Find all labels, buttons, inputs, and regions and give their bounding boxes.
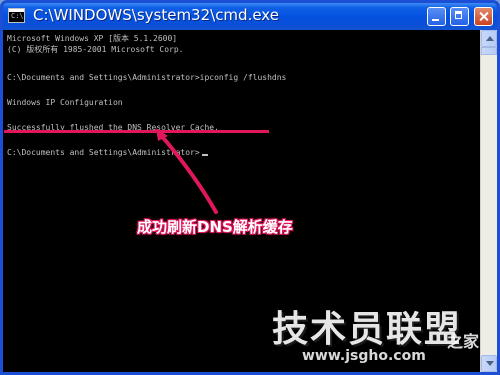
cmd-icon[interactable]: C:\ [8, 8, 25, 23]
watermark: 技术员联盟 之家 www.jsgho.com [272, 300, 492, 370]
annotation-label: 成功刷新DNS解析缓存 [137, 218, 293, 236]
title-bar[interactable]: C:\ C:\WINDOWS\system32\cmd.exe [3, 3, 497, 30]
cmd-icon-label: C:\ [11, 12, 24, 20]
console-prompt-line: C:\Documents and Settings\Administrator> [7, 148, 208, 158]
console-prompt: C:\Documents and Settings\Administrator> [7, 148, 200, 157]
watermark-url: www.jsgho.com [302, 348, 426, 364]
watermark-main: 技术员联盟 [272, 309, 463, 350]
console-line: (C) 版权所有 1985-2001 Microsoft Corp. [7, 45, 184, 54]
console-line: Windows IP Configuration [7, 98, 123, 107]
window-title: C:\WINDOWS\system32\cmd.exe [33, 6, 279, 24]
minimize-button[interactable] [427, 7, 446, 26]
scroll-thumb[interactable] [481, 47, 497, 55]
scroll-up-button[interactable] [481, 30, 497, 47]
close-button[interactable] [474, 7, 493, 26]
highlight-underline [4, 130, 269, 133]
console-line: C:\Documents and Settings\Administrator>… [7, 73, 287, 82]
console-line: Microsoft Windows XP [版本 5.1.2600] [7, 34, 178, 43]
maximize-button[interactable] [450, 7, 469, 26]
watermark-sub: 之家 [447, 332, 480, 351]
text-cursor [201, 154, 208, 156]
